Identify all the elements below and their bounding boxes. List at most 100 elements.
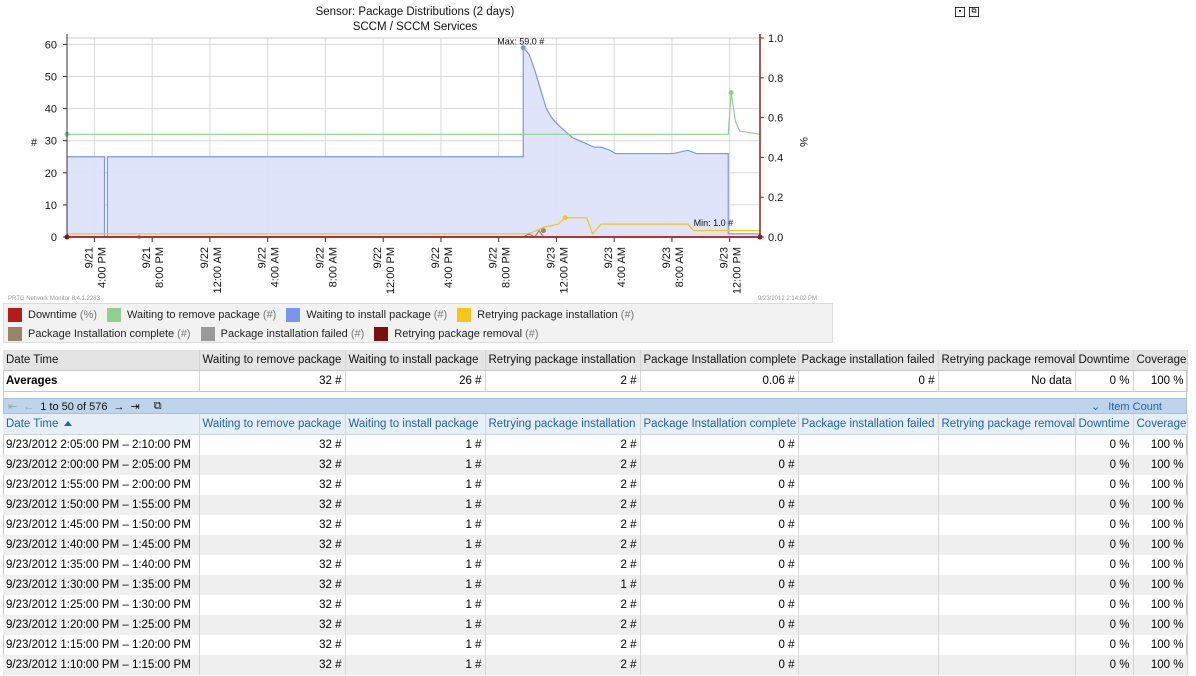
legend-row-2: Package Installation complete (#) Package … — [8, 326, 549, 342]
x-tick-date: 9/22 — [372, 247, 384, 268]
table-row: 9/23/2012 1:30:00 PM – 1:35:00 PM 32 #1 #… — [3, 575, 1188, 595]
legend-unit: (#) — [525, 328, 539, 340]
row-value — [798, 455, 939, 475]
column-header[interactable]: Coverage — [1133, 414, 1188, 435]
legend-unit: (#) — [177, 328, 191, 340]
legend-row-1: Downtime (%) Waiting to remove package (#) W… — [8, 307, 644, 323]
x-tick-date: 9/21 — [83, 247, 95, 268]
row-value — [798, 495, 939, 515]
average-value: No data — [938, 370, 1076, 392]
column-header[interactable]: Waiting to install package — [345, 414, 486, 435]
sort-ascending-icon — [64, 421, 73, 427]
right-tick-label: 0.4 — [768, 152, 783, 164]
row-value — [938, 515, 1076, 535]
row-value — [798, 635, 939, 655]
row-datetime: 9/23/2012 1:15:00 PM – 1:20:00 PM — [3, 635, 200, 655]
item-count-dropdown[interactable]: ⌄ Item Count — [1091, 400, 1162, 414]
right-tick-label: 1.0 — [768, 33, 783, 45]
table-row: 9/23/2012 1:25:00 PM – 1:30:00 PM 32 #1 #… — [3, 595, 1188, 615]
row-value: 2 # — [485, 555, 641, 575]
row-value: 1 # — [345, 434, 486, 455]
last-page-icon[interactable]: ⇥ — [131, 400, 140, 413]
legend-swatch — [457, 308, 472, 322]
column-header: Retrying package removal — [938, 350, 1076, 371]
row-value: 1 # — [345, 575, 486, 595]
legend-unit: (#) — [620, 309, 635, 321]
legend-item-install_failed: Package installation failed (#) — [200, 327, 365, 341]
table-row: 9/23/2012 2:05:00 PM – 2:10:00 PM 32 #1 #… — [3, 434, 1188, 455]
version-text: PRTG Network Monitor 8.4.1.2283 — [8, 296, 100, 302]
x-tick-time: 12:00 PM — [385, 247, 397, 294]
x-tick-label: 9/22 8:00 AM — [314, 247, 339, 287]
row-datetime: 9/23/2012 2:00:00 PM – 2:05:00 PM — [3, 455, 200, 475]
row-value — [938, 455, 1076, 475]
column-header[interactable]: Retrying package installation — [485, 414, 641, 435]
row-value — [938, 495, 1076, 515]
row-value: 100 % — [1133, 475, 1188, 495]
row-value — [798, 575, 939, 595]
column-header[interactable]: Downtime — [1075, 414, 1134, 435]
row-value: 0 % — [1075, 635, 1134, 655]
first-page-icon[interactable]: ⇤ — [8, 400, 17, 413]
row-value: 0 # — [640, 495, 799, 515]
row-value: 32 # — [199, 555, 346, 575]
row-value: 1 # — [345, 455, 486, 475]
column-header: Package installation failed — [798, 350, 939, 371]
row-value — [798, 434, 939, 455]
row-value — [798, 555, 939, 575]
column-header[interactable]: Package Installation complete — [640, 414, 799, 435]
average-value: 0 # — [798, 370, 939, 392]
row-datetime: 9/23/2012 1:45:00 PM – 1:50:00 PM — [3, 515, 200, 535]
row-value: 100 % — [1133, 555, 1188, 575]
row-value: 100 % — [1133, 455, 1188, 475]
row-value: 0 % — [1075, 615, 1134, 635]
x-tick-label: 9/22 4:00 AM — [257, 247, 282, 287]
x-tick-time: 8:00 PM — [154, 247, 166, 288]
column-header[interactable]: Retrying package removal — [938, 414, 1076, 435]
x-tick-label: 9/22 12:00 AM — [199, 247, 224, 293]
sensor-chart: Sensor: Package Distributions (2 days) S… — [31, 6, 809, 294]
save-icon[interactable]: ▪ — [955, 7, 965, 17]
legend-label: Downtime — [28, 309, 77, 321]
prev-page-icon[interactable]: ← — [23, 401, 34, 413]
row-value — [938, 575, 1076, 595]
averages-table: Date Time Waiting to remove package Waitin… — [3, 350, 1188, 392]
x-tick-date: 9/23 — [661, 247, 673, 268]
row-value: 1 # — [345, 495, 486, 515]
average-value: 32 # — [199, 370, 346, 392]
column-header[interactable]: Package installation failed — [798, 414, 939, 435]
x-tick-time: 4:00 PM — [443, 247, 455, 288]
row-datetime: 9/23/2012 1:30:00 PM – 1:35:00 PM — [3, 575, 200, 595]
legend-item-waiting_install: Waiting to install package (#) — [286, 308, 447, 322]
x-tick-date: 9/22 — [430, 247, 442, 268]
pager-range: 1 to 50 of 576 — [40, 400, 108, 413]
row-value: 32 # — [199, 495, 346, 515]
row-value: 0 % — [1075, 575, 1134, 595]
table-row: 9/23/2012 1:50:00 PM – 1:55:00 PM 32 #1 #… — [3, 495, 1188, 515]
popout-table-icon[interactable]: ⧉ — [154, 400, 162, 413]
popout-icon[interactable]: ⧉ — [969, 7, 979, 17]
row-value: 2 # — [485, 655, 641, 675]
average-value: 2 # — [485, 370, 641, 392]
x-tick-date: 9/23 — [603, 247, 615, 268]
average-value: 0 % — [1075, 370, 1134, 392]
row-value: 100 % — [1133, 615, 1188, 635]
average-value: 26 # — [345, 370, 486, 392]
row-value: 2 # — [485, 595, 641, 615]
column-header[interactable]: Waiting to remove package — [199, 414, 346, 435]
row-value: 0 # — [640, 615, 799, 635]
right-tick-label: 0.6 — [768, 113, 783, 125]
legend-label: Retrying package installation — [477, 309, 618, 321]
row-value: 0 % — [1075, 655, 1134, 675]
legend-item-retrying_install: Retrying package installation (#) — [457, 308, 634, 322]
chart-subtitle: SCCM / SCCM Services — [353, 21, 478, 33]
column-header: Waiting to remove package — [199, 350, 346, 371]
column-header[interactable]: Date Time — [3, 414, 200, 435]
row-value: 100 % — [1133, 495, 1188, 515]
row-value: 100 % — [1133, 595, 1188, 615]
row-value: 1 # — [345, 475, 486, 495]
averages-label: Averages — [3, 370, 200, 392]
legend-unit: (#) — [350, 328, 365, 340]
chart-tool-icons: ▪ ⧉ — [955, 7, 979, 17]
next-page-icon[interactable]: → — [114, 401, 125, 413]
